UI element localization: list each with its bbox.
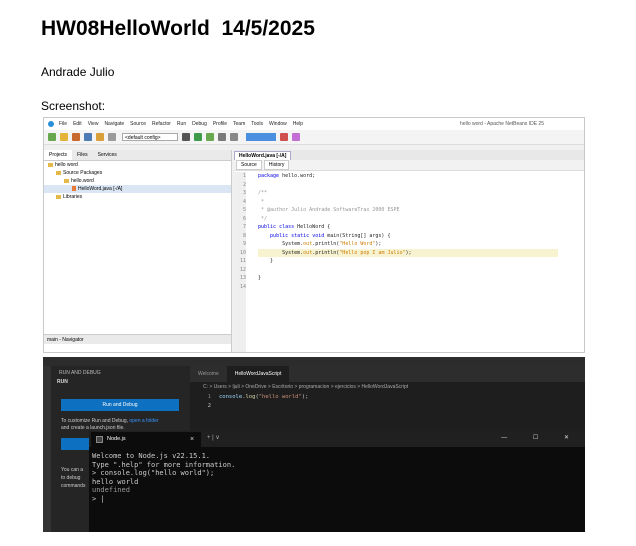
memory-indicator xyxy=(246,133,276,141)
navigator-header[interactable]: main - Navigator xyxy=(44,334,231,344)
libraries-icon xyxy=(56,194,61,199)
tree-item-package[interactable]: hello.word xyxy=(44,177,231,185)
menu-debug[interactable]: Debug xyxy=(192,121,207,127)
netbeans-logo-icon xyxy=(48,121,54,127)
vscode-titlebar xyxy=(43,357,585,366)
activity-bar xyxy=(43,366,51,532)
netbeans-menubar: File Edit View Navigate Source Refactor … xyxy=(44,118,584,130)
undo-icon[interactable] xyxy=(96,133,104,141)
open-project-icon[interactable] xyxy=(72,133,80,141)
terminal-output[interactable]: Welcome to Node.js v22.15.1. Type ".help"… xyxy=(92,452,235,504)
tab-files[interactable]: Files xyxy=(72,150,93,160)
sidebar-cut-text: You can a to debug commands xyxy=(61,467,86,489)
history-mode-button[interactable]: History xyxy=(263,160,290,170)
menu-window[interactable]: Window xyxy=(269,121,287,127)
run-icon[interactable] xyxy=(206,133,214,141)
netbeans-window-title: hello word - Apache NetBeans IDE 25 xyxy=(460,121,544,127)
menu-help[interactable]: Help xyxy=(293,121,303,127)
sidebar-help-text: To customize Run and Debug, open a folde… xyxy=(61,418,159,431)
terminal-tab-node[interactable]: Node.js × xyxy=(91,432,201,447)
menu-view[interactable]: View xyxy=(88,121,99,127)
package-icon xyxy=(64,178,69,183)
reset-icon[interactable] xyxy=(292,133,300,141)
project-icon xyxy=(48,162,53,167)
sidebar-section-run[interactable]: RUN xyxy=(51,376,190,385)
tree-item-libraries[interactable]: Libraries xyxy=(44,193,231,201)
tree-item-source-packages[interactable]: Source Packages xyxy=(44,169,231,177)
tab-projects[interactable]: Projects xyxy=(44,150,73,160)
redo-icon[interactable] xyxy=(108,133,116,141)
close-tab-icon[interactable]: × xyxy=(190,432,194,447)
breadcrumb[interactable]: C: > Users > ljuli > OneDrive > Escritor… xyxy=(203,384,408,390)
line-number-gutter: 12 34 56 78 9 10 11 12 13 14 xyxy=(234,172,246,352)
project-tree: hello word Source Packages hello.word He… xyxy=(44,161,231,201)
menu-edit[interactable]: Edit xyxy=(73,121,82,127)
menu-run[interactable]: Run xyxy=(177,121,186,127)
save-all-icon[interactable] xyxy=(84,133,92,141)
tree-item-project[interactable]: hello word xyxy=(44,161,231,169)
config-combo[interactable]: <default config> xyxy=(122,133,178,141)
new-project-icon[interactable] xyxy=(48,133,56,141)
menu-refactor[interactable]: Refactor xyxy=(152,121,171,127)
window-controls[interactable]: — ☐ ✕ xyxy=(501,431,581,446)
java-file-icon xyxy=(72,186,76,192)
source-mode-button[interactable]: Source xyxy=(236,160,262,170)
tab-welcome[interactable]: Welcome xyxy=(190,366,227,382)
settings-icon[interactable] xyxy=(182,133,190,141)
tree-item-java-file[interactable]: HelloWord.java [-/A] xyxy=(44,185,231,193)
folder-icon xyxy=(56,170,61,175)
sidebar-header: RUN AND DEBUG xyxy=(59,370,101,376)
menu-source[interactable]: Source xyxy=(130,121,146,127)
editor-tabs: Welcome HelloWordJavaScript xyxy=(190,366,585,382)
node-terminal-window: Node.js × + | ∨ — ☐ ✕ Welcome to Node.js… xyxy=(89,431,585,532)
debug-icon[interactable] xyxy=(218,133,226,141)
open-folder-link[interactable]: open a folder xyxy=(129,418,158,424)
gc-icon[interactable] xyxy=(280,133,288,141)
run-and-debug-button[interactable]: Run and Debug xyxy=(61,399,179,411)
projects-panel: Projects Files Services hello word Sourc… xyxy=(44,150,232,352)
author-name: Andrade Julio xyxy=(41,65,115,79)
netbeans-toolbar: <default config> xyxy=(44,130,584,145)
javascript-source[interactable]: 1 console.log("hello world"); 2 xyxy=(201,393,309,411)
tab-hellowordjavascript[interactable]: HelloWordJavaScript xyxy=(226,366,290,382)
menu-file[interactable]: File xyxy=(59,121,67,127)
code-editor: HelloWord.java [-/A] Source History 12 3… xyxy=(234,150,584,352)
new-tab-controls[interactable]: + | ∨ xyxy=(207,431,220,446)
editor-tab-helloword[interactable]: HelloWord.java [-/A] xyxy=(234,150,292,160)
menu-team[interactable]: Team xyxy=(233,121,245,127)
terminal-tabbar: Node.js × + | ∨ — ☐ ✕ xyxy=(89,431,585,447)
java-source[interactable]: package hello.word; /** * * @author Juli… xyxy=(258,172,578,283)
new-file-icon[interactable] xyxy=(60,133,68,141)
clean-build-icon[interactable] xyxy=(194,133,202,141)
menu-tools[interactable]: Tools xyxy=(251,121,263,127)
menu-navigate[interactable]: Navigate xyxy=(104,121,124,127)
menu-profile[interactable]: Profile xyxy=(213,121,227,127)
screenshot-label: Screenshot: xyxy=(41,99,106,113)
terminal-icon xyxy=(96,436,103,443)
profile-icon[interactable] xyxy=(230,133,238,141)
netbeans-screenshot: File Edit View Navigate Source Refactor … xyxy=(43,117,585,353)
document-title: HW08HelloWorld 14/5/2025 xyxy=(41,17,315,40)
tab-services[interactable]: Services xyxy=(93,150,122,160)
